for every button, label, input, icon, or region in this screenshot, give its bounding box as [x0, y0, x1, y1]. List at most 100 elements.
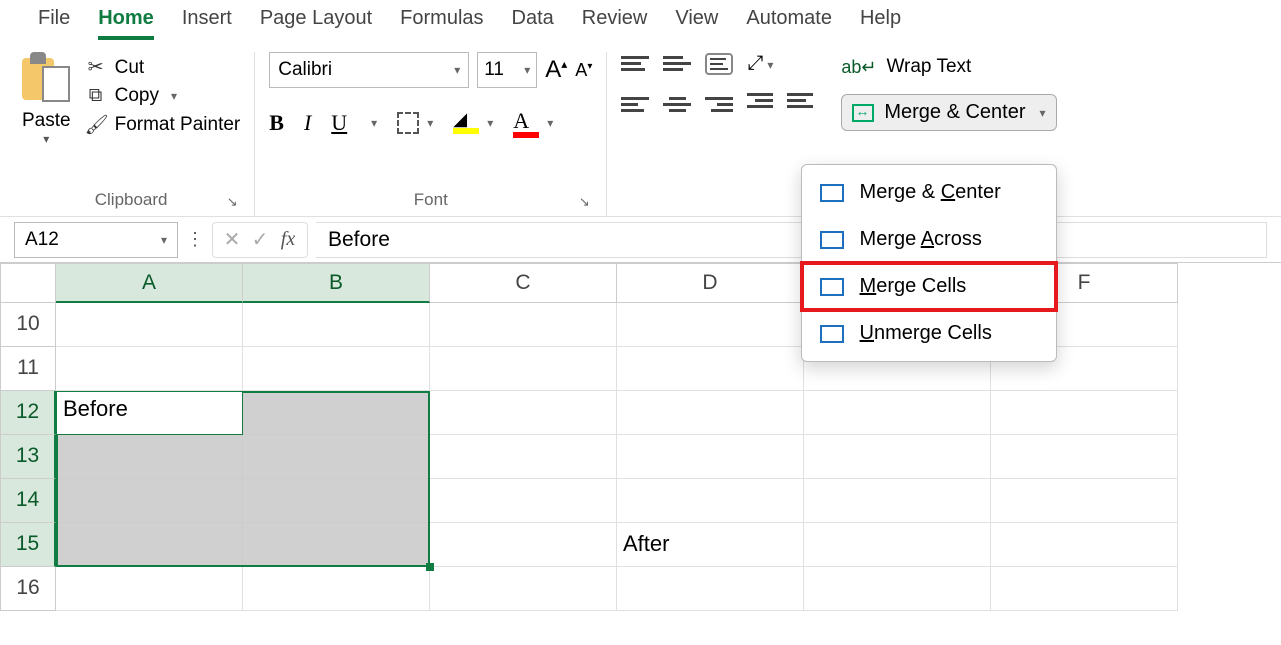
- cell[interactable]: [243, 479, 430, 523]
- cell[interactable]: [617, 347, 804, 391]
- cell[interactable]: [56, 523, 243, 567]
- cell[interactable]: [430, 303, 617, 347]
- formula-input[interactable]: Before: [316, 222, 1267, 258]
- clipboard-dialog-launcher[interactable]: ↘: [224, 194, 240, 210]
- italic-button[interactable]: I: [304, 110, 311, 136]
- tab-data[interactable]: Data: [512, 7, 554, 40]
- borders-button[interactable]: ▾: [397, 112, 433, 134]
- paste-dropdown[interactable]: ▾: [43, 132, 49, 146]
- menu-unmerge-cells[interactable]: Unmerge Cells: [802, 310, 1056, 357]
- decrease-font-size-button[interactable]: A▾: [575, 60, 592, 81]
- cell[interactable]: [804, 391, 991, 435]
- cell[interactable]: [991, 435, 1178, 479]
- chevron-down-icon[interactable]: ▾: [171, 89, 177, 103]
- tab-automate[interactable]: Automate: [746, 7, 832, 40]
- font-dialog-launcher[interactable]: ↘: [576, 194, 592, 210]
- merge-dropdown-icon[interactable]: ▾: [1040, 106, 1046, 120]
- name-box[interactable]: A12▾: [14, 222, 178, 258]
- underline-dropdown[interactable]: ▾: [371, 116, 377, 130]
- font-name-select[interactable]: Calibri▾: [269, 52, 469, 88]
- fill-color-button[interactable]: ◢ ▾: [453, 112, 493, 134]
- menu-merge-cells[interactable]: Merge Cells: [802, 263, 1056, 310]
- cell[interactable]: [430, 479, 617, 523]
- cell[interactable]: [243, 567, 430, 611]
- cell[interactable]: [804, 567, 991, 611]
- column-header-b[interactable]: B: [243, 263, 430, 303]
- cell[interactable]: [617, 303, 804, 347]
- align-top-button[interactable]: [621, 53, 649, 75]
- cell[interactable]: [243, 347, 430, 391]
- column-header-a[interactable]: A: [56, 263, 243, 303]
- cell-d15[interactable]: After: [617, 523, 804, 567]
- cell[interactable]: [56, 303, 243, 347]
- bold-button[interactable]: B: [269, 110, 284, 136]
- select-all-corner[interactable]: [0, 263, 56, 303]
- cell[interactable]: [804, 479, 991, 523]
- cell[interactable]: [804, 523, 991, 567]
- wrap-text-button[interactable]: ab↵ Wrap Text: [841, 56, 1056, 78]
- merge-center-button[interactable]: Merge & Center ▾: [841, 94, 1056, 131]
- orientation-button[interactable]: ⤢▾: [747, 52, 773, 75]
- cell[interactable]: [430, 523, 617, 567]
- cut-button[interactable]: ✂ Cut: [85, 56, 241, 79]
- paste-button[interactable]: Paste ▾: [22, 52, 71, 146]
- cell[interactable]: [56, 435, 243, 479]
- underline-button[interactable]: U: [331, 110, 347, 136]
- column-header-c[interactable]: C: [430, 263, 617, 303]
- tab-view[interactable]: View: [675, 7, 718, 40]
- row-header-16[interactable]: 16: [0, 567, 56, 611]
- cell[interactable]: [56, 567, 243, 611]
- row-header-12[interactable]: 12: [0, 391, 56, 435]
- align-right-button[interactable]: [705, 93, 733, 115]
- cell[interactable]: [617, 479, 804, 523]
- cell[interactable]: [617, 435, 804, 479]
- selection-handle[interactable]: [426, 563, 434, 571]
- increase-font-size-button[interactable]: A▴: [545, 56, 567, 84]
- cell[interactable]: [991, 479, 1178, 523]
- cell[interactable]: [991, 567, 1178, 611]
- tab-insert[interactable]: Insert: [182, 7, 232, 40]
- format-painter-button[interactable]: 🖌 Format Painter: [85, 113, 241, 137]
- tab-page-layout[interactable]: Page Layout: [260, 7, 372, 40]
- row-header-14[interactable]: 14: [0, 479, 56, 523]
- cancel-formula-button[interactable]: ✕: [221, 227, 243, 252]
- cell[interactable]: [430, 347, 617, 391]
- accept-formula-button[interactable]: ✓: [249, 227, 271, 252]
- cell[interactable]: [804, 435, 991, 479]
- cell[interactable]: [430, 391, 617, 435]
- cell[interactable]: [243, 391, 430, 435]
- tab-home[interactable]: Home: [98, 7, 154, 40]
- cell[interactable]: [991, 523, 1178, 567]
- copy-button[interactable]: ⧉ Copy ▾: [85, 85, 241, 107]
- align-bottom-button[interactable]: [705, 53, 733, 75]
- font-size-select[interactable]: 11▾: [477, 52, 537, 88]
- cell[interactable]: [56, 347, 243, 391]
- cell[interactable]: [430, 435, 617, 479]
- cell[interactable]: [243, 435, 430, 479]
- cell[interactable]: [243, 303, 430, 347]
- decrease-indent-button[interactable]: [747, 93, 773, 115]
- insert-function-button[interactable]: fx: [277, 228, 299, 251]
- align-center-button[interactable]: [663, 93, 691, 115]
- cell[interactable]: [243, 523, 430, 567]
- align-left-button[interactable]: [621, 93, 649, 115]
- row-header-13[interactable]: 13: [0, 435, 56, 479]
- column-header-d[interactable]: D: [617, 263, 804, 303]
- tab-file[interactable]: File: [38, 7, 70, 40]
- tab-review[interactable]: Review: [582, 7, 648, 40]
- cell[interactable]: [56, 479, 243, 523]
- menu-merge-center[interactable]: Merge & Center: [802, 169, 1056, 216]
- menu-merge-across[interactable]: Merge Across: [802, 216, 1056, 263]
- tab-help[interactable]: Help: [860, 7, 901, 40]
- row-header-15[interactable]: 15: [0, 523, 56, 567]
- align-middle-button[interactable]: [663, 53, 691, 75]
- cell[interactable]: [430, 567, 617, 611]
- tab-formulas[interactable]: Formulas: [400, 7, 483, 40]
- row-header-11[interactable]: 11: [0, 347, 56, 391]
- cell-a12[interactable]: [56, 391, 243, 435]
- row-header-10[interactable]: 10: [0, 303, 56, 347]
- cell[interactable]: [617, 567, 804, 611]
- font-color-button[interactable]: A ▾: [513, 108, 553, 138]
- increase-indent-button[interactable]: [787, 93, 813, 115]
- cell[interactable]: [617, 391, 804, 435]
